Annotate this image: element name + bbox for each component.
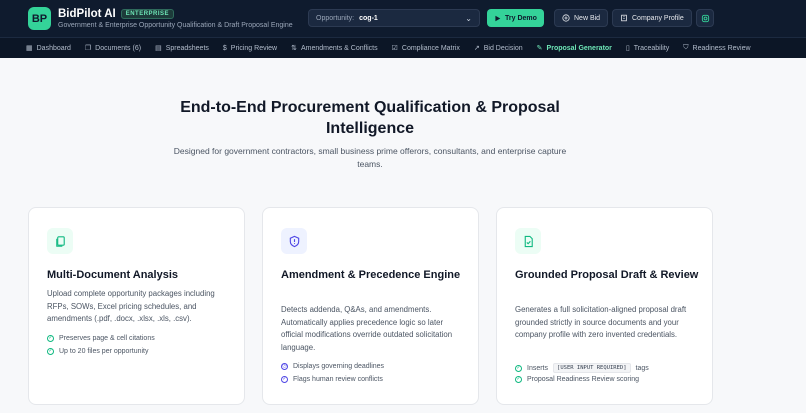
nav-item-traceability[interactable]: ▯ Traceability — [625, 44, 669, 53]
app-logo[interactable]: BP — [28, 7, 51, 30]
nav-item-spreadsheets[interactable]: ▤ Spreadsheets — [155, 44, 209, 53]
book-icon: ▯ — [625, 45, 630, 52]
try-demo-label: Try Demo — [505, 14, 537, 22]
feature-item: ✓ Preserves page & cell citations — [47, 335, 155, 342]
user-input-tag: [USER INPUT REQUIRED] — [553, 363, 631, 373]
hero-subtitle: Designed for government contractors, sma… — [173, 146, 567, 169]
feature-item: ✓ Proposal Readiness Review scoring — [515, 376, 640, 383]
feature-item: ✓ Flags human review conflicts — [281, 376, 383, 383]
opportunity-value: cog-1 — [359, 14, 378, 22]
files-icon — [47, 228, 73, 254]
card-title: Multi-Document Analysis — [47, 269, 178, 281]
check-circle-icon: ✓ — [515, 376, 522, 383]
checkbox-icon: ☑ — [391, 45, 398, 52]
brand: BidPilot AI ENTERPRISE — [58, 8, 175, 20]
nav-item-documents[interactable]: ❐ Documents (6) — [84, 44, 141, 53]
check-circle-icon: ✓ — [47, 335, 54, 342]
card-description: Detects addenda, Q&As, and amendments. A… — [281, 305, 453, 352]
chevron-down-icon: ⌄ — [465, 13, 472, 23]
company-profile-button[interactable]: Company Profile — [612, 9, 692, 27]
nav-item-compliance-matrix[interactable]: ☑ Compliance Matrix — [391, 44, 460, 53]
feature-item: ✓ Up to 20 files per opportunity — [47, 348, 149, 355]
building-icon — [621, 14, 627, 22]
brand-tagline: Government & Enterprise Opportunity Qual… — [58, 22, 293, 29]
clock-icon: ◷ — [281, 363, 288, 370]
card-description: Upload complete opportunity packages inc… — [47, 289, 215, 323]
trend-icon: ↗ — [473, 45, 480, 52]
nav-item-amendments[interactable]: ⇅ Amendments & Conflicts — [291, 44, 378, 53]
feature-item: ✓ Inserts [USER INPUT REQUIRED] tags — [515, 363, 649, 373]
table-icon: ▤ — [155, 45, 162, 52]
nav-item-dashboard[interactable]: ▦ Dashboard — [26, 44, 71, 53]
plus-circle-icon — [562, 14, 570, 22]
check-circle-icon: ✓ — [47, 348, 54, 355]
new-bid-button[interactable]: New Bid — [554, 9, 609, 27]
nav-item-proposal-generator[interactable]: ✎ Proposal Generator — [536, 44, 612, 53]
card-title: Grounded Proposal Draft & Review — [515, 269, 699, 281]
card-title: Amendment & Precedence Engine — [281, 269, 461, 281]
feature-card-amendment-engine: Amendment & Precedence Engine Detects ad… — [262, 207, 479, 405]
documents-icon: ❐ — [84, 45, 92, 52]
grid-icon: ▦ — [26, 45, 33, 52]
instagram-button[interactable] — [696, 9, 714, 27]
nav-item-pricing-review[interactable]: $ Pricing Review — [223, 45, 277, 52]
file-check-icon — [515, 228, 541, 254]
shield-icon: ⛉ — [683, 44, 689, 51]
feature-item: ◷ Displays governing deadlines — [281, 363, 385, 370]
try-demo-button[interactable]: Try Demo — [487, 9, 544, 27]
company-profile-label: Company Profile — [632, 14, 684, 22]
instagram-icon — [701, 14, 709, 22]
opportunity-label: Opportunity: — [316, 14, 355, 22]
brand-name: BidPilot AI — [58, 8, 116, 20]
feature-card-multi-document: Multi-Document Analysis Upload complete … — [28, 207, 245, 405]
new-bid-label: New Bid — [574, 14, 601, 22]
wand-icon: ✎ — [536, 45, 543, 52]
nav-item-readiness-review[interactable]: ⛉ Readiness Review — [683, 44, 750, 52]
plan-badge: ENTERPRISE — [120, 9, 175, 19]
card-description: Generates a full solicitation-aligned pr… — [515, 305, 687, 339]
shield-alert-icon — [281, 228, 307, 254]
main-nav: ▦ Dashboard ❐ Documents (6) ▤ Spreadsheets … — [0, 37, 806, 58]
feature-card-proposal-draft: Grounded Proposal Draft & Review Generat… — [496, 207, 713, 405]
check-circle-icon: ✓ — [281, 376, 288, 383]
check-circle-icon: ✓ — [515, 364, 522, 372]
app-header: BP BidPilot AI ENTERPRISE Government & E… — [0, 0, 806, 37]
opportunity-select[interactable]: Opportunity: cog-1 ⌄ — [308, 9, 480, 27]
branch-icon: ⇅ — [291, 45, 297, 52]
nav-item-bid-decision[interactable]: ↗ Bid Decision — [473, 44, 523, 53]
hero-title: End-to-End Procurement Qualification & P… — [180, 99, 560, 137]
dollar-icon: $ — [222, 44, 227, 52]
play-icon — [495, 15, 501, 21]
